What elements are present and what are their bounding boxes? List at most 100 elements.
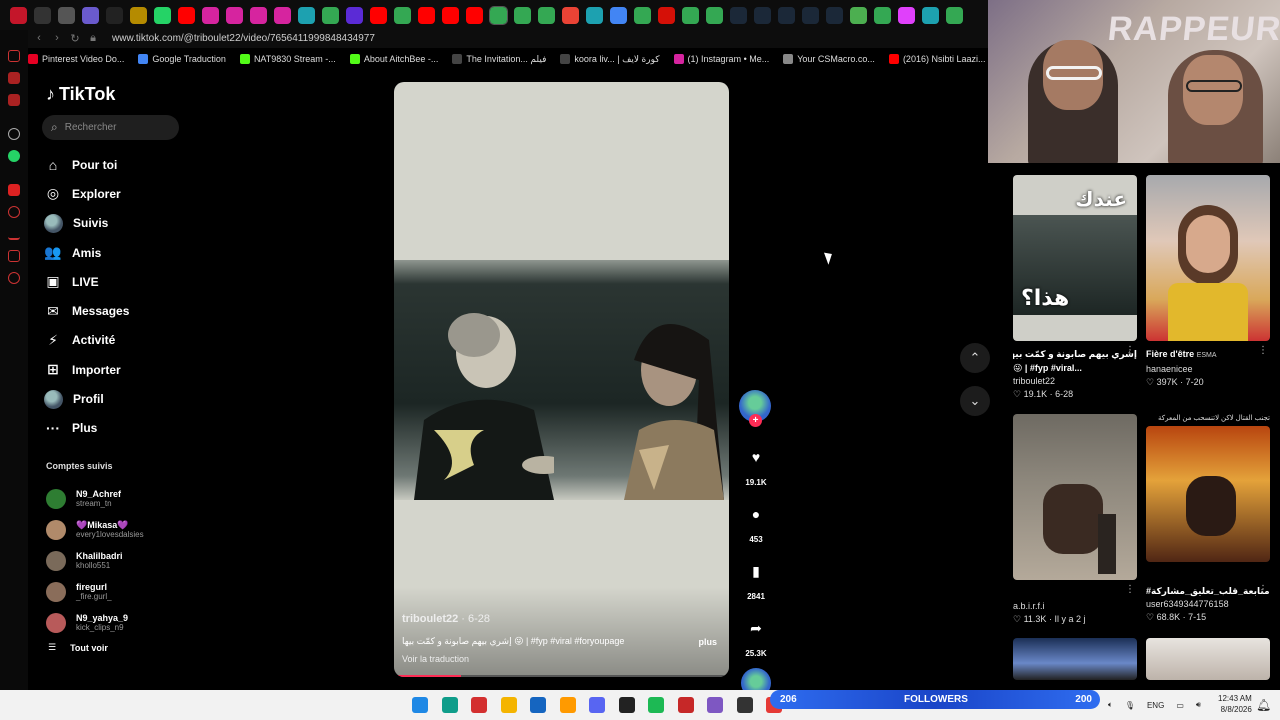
- menu-item-explorer[interactable]: ◎ Explorer: [44, 179, 194, 208]
- download-icon[interactable]: [8, 228, 20, 240]
- shield-icon[interactable]: [530, 697, 546, 713]
- chatgpt-icon[interactable]: [8, 128, 20, 140]
- chatgpt-icon[interactable]: [58, 6, 75, 24]
- opera-icon[interactable]: [10, 6, 27, 24]
- network-icon[interactable]: ▭: [1176, 701, 1184, 710]
- forward-icon[interactable]: ›: [48, 32, 66, 44]
- bookmark-item[interactable]: (1) Instagram • Me...: [673, 54, 769, 64]
- google-icon[interactable]: [706, 6, 723, 24]
- notification-icon[interactable]: 🔔︎: [1256, 690, 1271, 720]
- see-all-link[interactable]: ☰ Tout voir: [48, 642, 108, 653]
- volume-icon[interactable]: 🔊︎: [1196, 700, 1201, 710]
- menu-item-plus[interactable]: ··· Plus: [44, 414, 194, 443]
- flower-icon[interactable]: [898, 6, 915, 24]
- menu-item-live[interactable]: ▣ LIVE: [44, 267, 194, 296]
- recommendation-card[interactable]: عندك هذا؟ إشري بيهم صابونة و كمّت بيها 😜…: [1013, 175, 1137, 401]
- video-player[interactable]: triboulet22 · 6-28 إشري بيهم صابونة و كم…: [394, 82, 729, 677]
- recommendation-card[interactable]: Fière d'être ESMA ⋮ hanaenicee ♡ 397K · …: [1146, 175, 1270, 389]
- steam-icon[interactable]: [778, 6, 795, 24]
- lastfm-icon[interactable]: [658, 6, 675, 24]
- google-icon[interactable]: [489, 5, 508, 25]
- followed-account[interactable]: 💜Mikasa💜 every1lovesdalsies: [46, 514, 186, 545]
- menu-item-profil[interactable]: Profil: [44, 384, 194, 413]
- heart-icon[interactable]: ♥: [741, 442, 771, 472]
- recommendation-card[interactable]: ⋮ a.b.i.r.f.i ♡ 11.3K · Il y a 2 j: [1013, 414, 1137, 626]
- bookmark-item[interactable]: NAT9830 Stream -...: [239, 54, 336, 64]
- followed-account[interactable]: N9_yahya_9 kick_clips_n9: [46, 607, 186, 638]
- edge-icon[interactable]: [441, 697, 458, 713]
- play-icon[interactable]: [106, 6, 123, 24]
- instagram-icon[interactable]: [226, 6, 243, 24]
- more-options-icon[interactable]: ⋮: [1258, 584, 1268, 595]
- google-icon[interactable]: [682, 6, 699, 24]
- settings-icon[interactable]: [8, 272, 20, 284]
- globe-icon[interactable]: [922, 6, 939, 24]
- instagram-icon[interactable]: [250, 6, 267, 24]
- globe-icon[interactable]: [298, 6, 315, 24]
- youtube-icon[interactable]: [178, 6, 195, 24]
- google-icon[interactable]: [946, 6, 963, 24]
- player-icon[interactable]: [8, 184, 20, 196]
- video-author[interactable]: triboulet22 · 6-28: [402, 613, 490, 625]
- messenger-icon[interactable]: [8, 72, 20, 84]
- menu-item-importer[interactable]: ⊞ Importer: [44, 355, 194, 384]
- next-video-button[interactable]: ⌄: [960, 386, 990, 416]
- search-input[interactable]: ⌕ Rechercher: [42, 115, 179, 140]
- bookmark-item[interactable]: Pinterest Video Do...: [28, 54, 124, 64]
- followed-account[interactable]: Khalilbadri khollo551: [46, 545, 186, 576]
- bookmark-item[interactable]: Google Traduction: [138, 54, 226, 64]
- game-icon[interactable]: [850, 6, 867, 24]
- tiktok-logo[interactable]: ♪ TikTok: [46, 84, 115, 105]
- recommendation-thumbnail[interactable]: [1146, 638, 1270, 680]
- youtube-icon[interactable]: [370, 6, 387, 24]
- globe-icon[interactable]: [586, 6, 603, 24]
- box-icon[interactable]: [8, 250, 20, 262]
- followed-account[interactable]: N9_Achref stream_tn: [46, 483, 186, 514]
- capcut-icon[interactable]: [618, 697, 635, 713]
- creator-avatar[interactable]: +: [739, 390, 771, 427]
- taskbar-clock[interactable]: 12:43 AM 8/8/2026: [1218, 693, 1252, 715]
- more-options-icon[interactable]: ⋮: [1125, 584, 1135, 595]
- google-icon[interactable]: [322, 6, 339, 24]
- google-icon[interactable]: [634, 6, 651, 24]
- m-icon[interactable]: [130, 6, 147, 24]
- recommendation-thumbnail[interactable]: عندك هذا؟: [1013, 175, 1137, 341]
- bookmark-item[interactable]: The Invitation... فيلم: [452, 54, 546, 65]
- close-app-icon[interactable]: [736, 697, 753, 713]
- recommendation-card[interactable]: تجنب القتال لاكن لاتنسحب من المعركة #متا…: [1146, 414, 1270, 624]
- previous-video-button[interactable]: ⌃: [960, 343, 990, 373]
- app-icon[interactable]: [677, 697, 694, 713]
- more-options-icon[interactable]: ⋮: [1125, 345, 1135, 356]
- steam-icon[interactable]: [754, 6, 771, 24]
- follow-plus-icon[interactable]: +: [749, 414, 762, 427]
- telegram-icon[interactable]: [8, 94, 20, 106]
- firefox-icon[interactable]: [82, 6, 99, 24]
- menu-item-amis[interactable]: 👥 Amis: [44, 238, 194, 267]
- recommendation-thumbnail[interactable]: [1146, 426, 1270, 562]
- menu-item-messages[interactable]: ✉ Messages: [44, 296, 194, 325]
- steam-icon[interactable]: [730, 6, 747, 24]
- instagram-icon[interactable]: [274, 6, 291, 24]
- language-indicator[interactable]: ENG: [1147, 701, 1164, 710]
- bookmark-icon[interactable]: ▮: [741, 556, 771, 586]
- bookmark-item[interactable]: koora liv... | كورة لايف: [560, 54, 660, 65]
- video-progress-bar[interactable]: [394, 675, 729, 677]
- clock-icon[interactable]: [8, 206, 20, 218]
- menu-item-pour-toi[interactable]: ⌂ Pour toi: [44, 150, 194, 179]
- start-icon[interactable]: [412, 697, 428, 713]
- recommendation-thumbnail[interactable]: [1013, 638, 1137, 680]
- discord-icon[interactable]: [589, 697, 605, 713]
- recommendation-card[interactable]: [1146, 638, 1270, 680]
- tab-grid-icon[interactable]: [34, 6, 51, 24]
- reload-icon[interactable]: ↻: [66, 32, 84, 45]
- youtube-icon[interactable]: [466, 6, 483, 24]
- share-icon[interactable]: ➦: [741, 613, 771, 643]
- more-options-icon[interactable]: ⋮: [1258, 345, 1268, 356]
- menu-item-activit-[interactable]: ⚡ Activité: [44, 326, 194, 355]
- google-icon[interactable]: [394, 6, 411, 24]
- opera-icon[interactable]: [471, 697, 487, 713]
- speaker-icon[interactable]: 🔈︎: [1108, 700, 1113, 710]
- google-icon[interactable]: [514, 6, 531, 24]
- whatsapp-icon[interactable]: [154, 6, 171, 24]
- bookmark-item[interactable]: Your CSMacro.co...: [783, 54, 875, 64]
